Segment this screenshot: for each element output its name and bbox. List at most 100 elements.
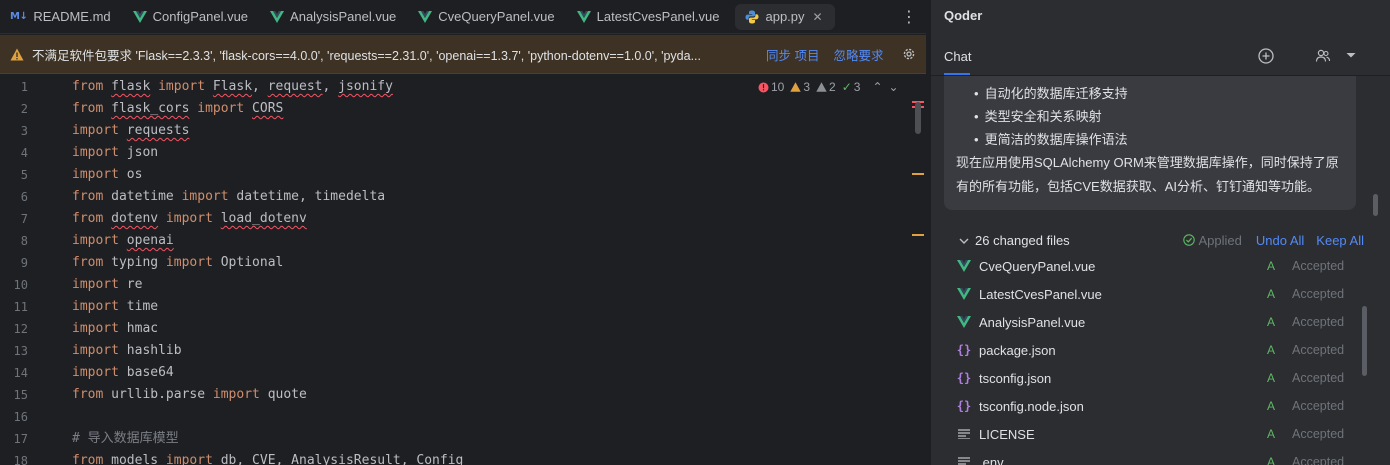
file-status: A (1267, 371, 1276, 385)
code-line[interactable]: from typing import Optional (72, 252, 912, 274)
file-state[interactable]: Accepted (1292, 427, 1344, 441)
code-line[interactable]: import re (72, 274, 912, 296)
list-item[interactable]: LICENSE A Accepted (955, 420, 1345, 448)
tab-chat[interactable]: Chat (944, 49, 971, 64)
file-state[interactable]: Accepted (1292, 399, 1344, 413)
code-line[interactable]: import requests (72, 120, 912, 142)
line-number-gutter: 1 2 3 4 5 6 7 8 9 10 11 12 13 14 15 16 1… (0, 76, 66, 465)
file-state[interactable]: Accepted (1292, 287, 1344, 301)
file-name: LICENSE (979, 426, 1035, 442)
undo-all-button[interactable]: Undo All (1256, 233, 1304, 248)
code-line[interactable]: # 导入数据库模型 (72, 428, 912, 450)
gear-icon[interactable] (902, 47, 916, 61)
code-line[interactable]: import os (72, 164, 912, 186)
code-line[interactable]: from urllib.parse import quote (72, 384, 912, 406)
file-name: .env (979, 454, 1004, 465)
code-line[interactable]: import hashlib (72, 340, 912, 362)
changed-files-title[interactable]: 26 changed files (975, 233, 1070, 248)
tab-config-panel[interactable]: ConfigPanel.vue (123, 0, 260, 34)
line-number: 18 (13, 454, 28, 465)
warning-stripe-mark[interactable] (912, 234, 924, 236)
tab-app-py[interactable]: app.py ✕ (735, 3, 835, 30)
error-count[interactable]: 10 (758, 80, 784, 94)
file-state[interactable]: Accepted (1292, 259, 1344, 273)
list-item[interactable]: {} tsconfig.node.json A Accepted (955, 392, 1345, 420)
code-line[interactable]: from flask_cors import CORS (72, 98, 912, 120)
code-line[interactable]: import base64 (72, 362, 912, 384)
ok-count[interactable]: ✓ 3 (842, 80, 861, 94)
changed-files-header: 26 changed files Applied Undo All Keep A… (959, 230, 1364, 250)
line-number: 11 (13, 300, 28, 314)
tab-readme[interactable]: M↓ README.md (0, 0, 123, 34)
tab-label: CveQueryPanel.vue (438, 9, 555, 24)
vue-icon (270, 10, 285, 23)
chevron-down-icon[interactable]: ⌄ (889, 80, 899, 94)
file-status: A (1267, 455, 1276, 465)
chevron-down-icon[interactable] (959, 233, 969, 248)
editor-tab-bar: M↓ README.md ConfigPanel.vue AnalysisPan… (0, 0, 926, 34)
new-chat-icon[interactable] (1258, 48, 1274, 64)
sync-project-link[interactable]: 同步 项目 (766, 45, 819, 64)
chevron-up-icon[interactable]: ⌃ (872, 80, 882, 94)
code-line[interactable]: import json (72, 142, 912, 164)
line-number: 5 (20, 168, 28, 182)
code-line[interactable]: import openai (72, 230, 912, 252)
python-icon (745, 10, 759, 24)
chevron-down-icon[interactable] (1345, 50, 1357, 60)
check-circle-icon (1182, 234, 1195, 246)
list-item[interactable]: AnalysisPanel.vue A Accepted (955, 308, 1345, 336)
ignore-requirements-link[interactable]: 忽略要求 (833, 45, 883, 64)
file-state[interactable]: Accepted (1292, 371, 1344, 385)
files-scrollbar[interactable] (1362, 306, 1367, 376)
list-item[interactable]: .env A Accepted (955, 448, 1345, 465)
list-item: 更简洁的数据库操作语法 (956, 128, 1344, 151)
tab-label: LatestCvesPanel.vue (596, 9, 720, 24)
code-line[interactable]: import hmac (72, 318, 912, 340)
json-icon: {} (956, 371, 972, 385)
code-line[interactable]: from dotenv import load_dotenv (72, 208, 912, 230)
code-line[interactable] (72, 406, 912, 428)
markdown-icon: M↓ (10, 11, 28, 22)
editor-scrollbar[interactable] (915, 102, 921, 134)
inspection-widget[interactable]: 10 3 2 ✓ 3 ⌃ ⌄ (758, 80, 899, 94)
file-state[interactable]: Accepted (1292, 343, 1344, 357)
users-icon[interactable] (1315, 48, 1331, 64)
file-status: A (1267, 427, 1276, 441)
line-number: 1 (20, 80, 28, 94)
json-icon: {} (956, 343, 972, 357)
close-icon[interactable]: ✕ (813, 10, 823, 24)
code-line[interactable]: import time (72, 296, 912, 318)
keep-all-button[interactable]: Keep All (1316, 233, 1364, 248)
list-item[interactable]: CveQueryPanel.vue A Accepted (955, 252, 1345, 280)
list-item[interactable]: {} package.json A Accepted (955, 336, 1345, 364)
tab-cve-query-panel[interactable]: CveQueryPanel.vue (408, 0, 566, 34)
file-name: LatestCvesPanel.vue (979, 286, 1102, 302)
warning-stripe-mark[interactable] (912, 173, 924, 175)
tab-latest-cves-panel[interactable]: LatestCvesPanel.vue (567, 0, 732, 34)
vue-icon (418, 10, 433, 23)
code-line[interactable]: from datetime import datetime, timedelta (72, 186, 912, 208)
warning-count[interactable]: 3 (790, 80, 810, 94)
list-item[interactable]: LatestCvesPanel.vue A Accepted (955, 280, 1345, 308)
file-state[interactable]: Accepted (1292, 315, 1344, 329)
line-number: 17 (13, 432, 28, 446)
list-item[interactable]: {} tsconfig.json A Accepted (955, 364, 1345, 392)
chat-scrollbar[interactable] (1373, 194, 1378, 216)
more-tabs-icon[interactable]: ⋮ (901, 7, 917, 27)
active-tab-indicator (944, 73, 970, 75)
tab-analysis-panel[interactable]: AnalysisPanel.vue (260, 0, 408, 34)
vue-icon (955, 316, 973, 328)
weak-warning-count[interactable]: 2 (816, 80, 836, 94)
line-number: 16 (13, 410, 28, 424)
line-number: 15 (13, 388, 28, 402)
file-name: CveQueryPanel.vue (979, 258, 1096, 274)
file-state[interactable]: Accepted (1292, 455, 1344, 465)
line-number: 14 (13, 366, 28, 380)
line-number: 4 (20, 146, 28, 160)
tab-label: README.md (33, 9, 111, 24)
code-editor[interactable]: from flask import Flask, request, jsonif… (72, 76, 912, 465)
file-status: A (1267, 287, 1276, 301)
text-file-icon (955, 457, 973, 465)
code-line[interactable]: from models import db, CVE, AnalysisResu… (72, 450, 912, 465)
applied-status: Applied (1182, 233, 1242, 248)
